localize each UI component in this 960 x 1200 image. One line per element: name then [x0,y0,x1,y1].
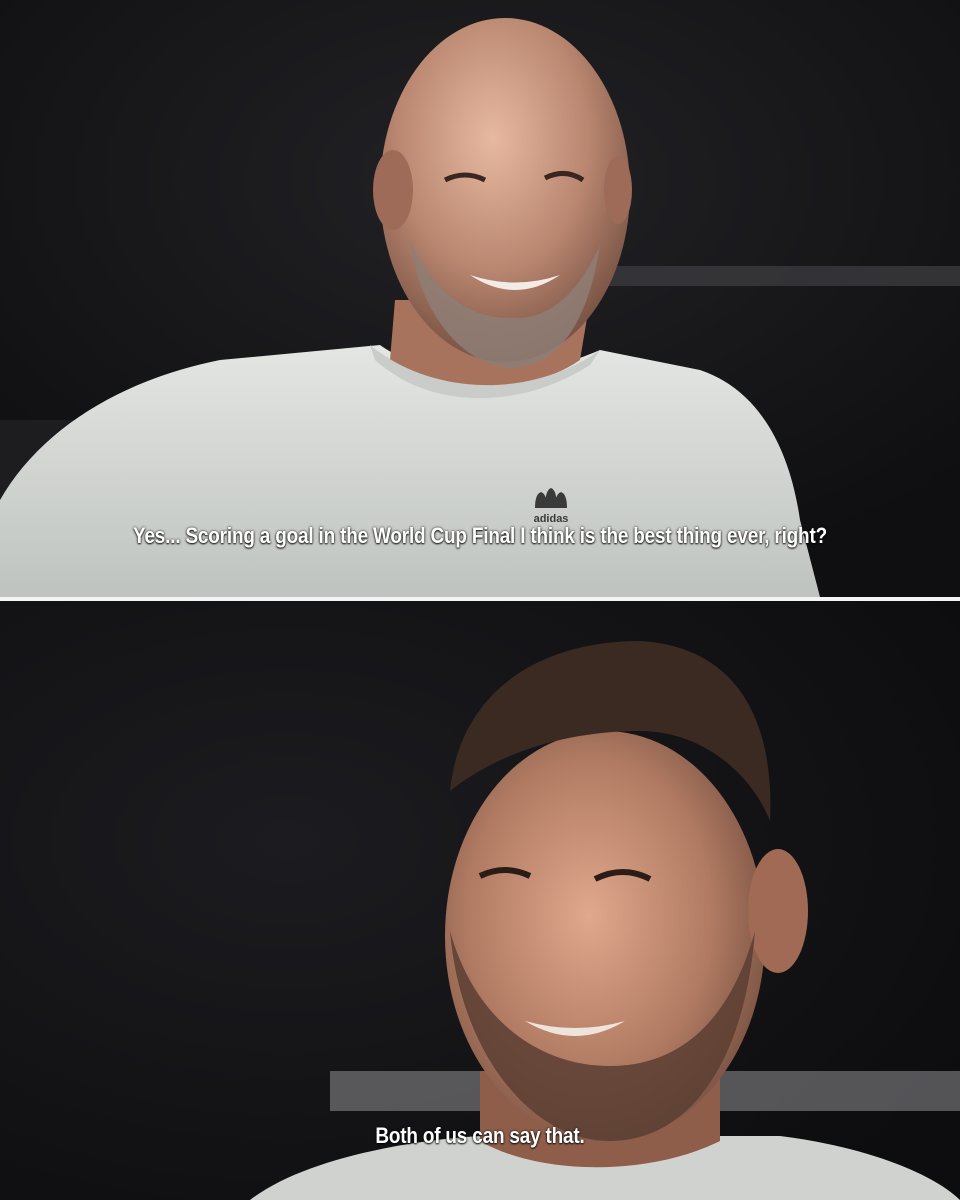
face [380,18,630,362]
subtitle-bottom: Both of us can say that. [375,1123,585,1148]
bottom-frame: Both of us can say that. [0,601,960,1200]
top-frame-photo: adidas [0,0,960,597]
top-frame: adidas Yes... Scoring a goal in the Worl… [0,0,960,597]
subtitle-top: Yes... Scoring a goal in the World Cup F… [133,523,827,548]
bottom-frame-photo [0,601,960,1200]
adidas-logo-icon: adidas [534,488,568,525]
